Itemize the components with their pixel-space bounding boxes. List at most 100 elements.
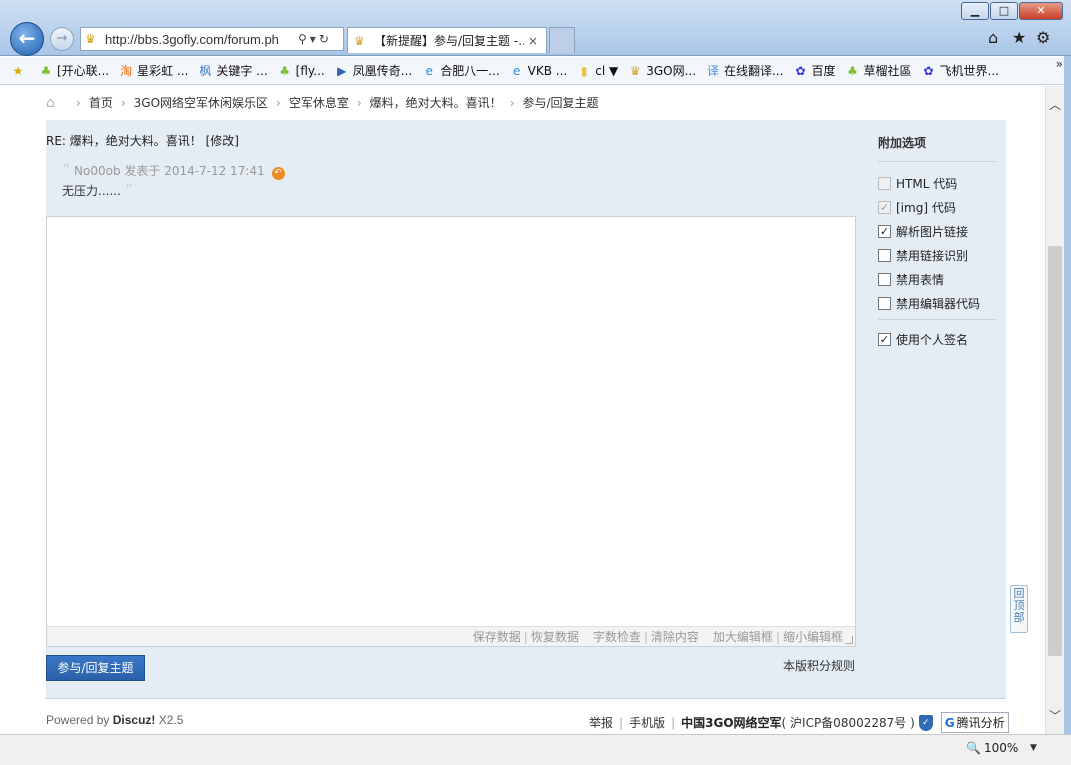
favorite-item[interactable]: ♣ 草榴社區 [845,62,912,79]
breadcrumb-separator: › [76,95,81,110]
checkbox[interactable] [878,297,891,310]
address-input[interactable]: http://bbs.3gofly.com/forum.ph [105,32,295,47]
search-icon[interactable]: ⚲ [298,32,307,46]
taobao-icon: 淘 [120,63,133,78]
favorite-label[interactable]: 草榴社區 [864,62,912,79]
enlarge-editor-button[interactable]: 加大编辑框 [713,630,773,644]
favorite-item[interactable]: ✿ 飞机世界... [921,62,999,79]
option-item[interactable]: ✓ 解析图片链接 [878,223,968,240]
favorite-item[interactable]: e VKB ... [509,62,568,79]
mobile-link[interactable]: 手机版 [629,714,665,731]
checkbox[interactable] [878,273,891,286]
breadcrumb-item-forum-zone[interactable]: 3GO网络空军休闲娱乐区 [134,94,268,111]
word-count-button[interactable]: 字数检查 [593,630,641,644]
rules-link[interactable]: 本版积分规则 [783,657,855,674]
baidu-icon: ✿ [795,63,806,78]
favorite-label[interactable]: 合肥八一... [440,62,499,79]
tencent-analytics-badge[interactable]: G 腾讯分析 [940,712,1009,733]
forward-button[interactable]: → [50,27,74,51]
resize-handle[interactable] [845,636,853,644]
zoom-level[interactable]: 100% [984,741,1018,755]
favorite-label[interactable]: [fly... [296,64,325,78]
favorite-label[interactable]: 在线翻译... [724,62,783,79]
shrink-editor-button[interactable]: 缩小编辑框 [783,630,843,644]
favorite-item[interactable]: e 合肥八一... [421,62,500,79]
favorite-label[interactable]: 飞机世界... [940,62,999,79]
more-favorites-icon[interactable]: » [1056,57,1063,71]
save-data-button[interactable]: 保存数据 [473,630,521,644]
option-use-signature[interactable]: ✓ 使用个人签名 [878,331,968,348]
chevron-up-icon[interactable]: ︿ [1046,96,1064,113]
breadcrumb-item-home[interactable]: 首页 [89,94,113,111]
dropdown-icon[interactable]: ▾ [310,32,316,46]
option-item[interactable]: 禁用编辑器代码 [878,295,980,312]
favorite-item[interactable]: ▶ 凤凰传奇... [334,62,412,79]
close-button[interactable]: ✕ [1019,2,1063,20]
refresh-icon[interactable]: ↻ [319,32,329,46]
icp-text[interactable]: ( 沪ICP备08002287号 ) [782,714,915,731]
tab-title[interactable]: 【新提醒】参与/回复主题 -... [374,32,524,49]
restore-data-button[interactable]: 恢复数据 [531,630,579,644]
chevron-down-icon[interactable]: ﹀ [1046,707,1064,724]
gear-icon[interactable]: ⚙ [1036,28,1050,47]
favorite-label[interactable]: cl ▼ [595,64,618,78]
favorites-list: ♣ [开心联... 淘星彩虹 ... 枫关键字 ... ♣ [fly... ▶ 凤凰传奇...… [38,62,1008,79]
scrollbar-thumb[interactable] [1048,246,1062,656]
checkbox[interactable]: ✓ [878,225,891,238]
breadcrumb-item-lounge[interactable]: 空军休息室 [289,94,349,111]
favorite-item[interactable]: ♣ [fly... [277,62,325,79]
chevron-down-icon[interactable]: ▼ [1030,743,1037,753]
favorite-label[interactable]: 百度 [812,62,836,79]
tab-active[interactable]: ♛ 【新提醒】参与/回复主题 -... × [347,27,547,53]
message-editor[interactable]: 保存数据 | 恢复数据 字数检查 | 清除内容 加大编辑框 | 缩小编辑框 [46,216,856,647]
option-label: 使用个人签名 [896,333,969,347]
favorite-label[interactable]: 星彩虹 ... [137,62,188,79]
submit-reply-button[interactable]: 参与/回复主题 [46,655,145,681]
home-icon[interactable]: ⌂ [46,96,62,110]
favorite-item[interactable]: ♛ 3GO网... [627,62,696,79]
tab-close-icon[interactable]: × [528,34,538,48]
ie-page-icon: e [512,63,521,78]
address-bar[interactable]: ♛ http://bbs.3gofly.com/forum.ph ⚲ ▾ ↻ [80,27,344,51]
favorite-item[interactable]: 译在线翻译... [705,62,783,79]
option-item[interactable]: 禁用表情 [878,271,944,288]
clear-content-button[interactable]: 清除内容 [651,630,699,644]
jump-to-post-icon[interactable]: ↶ [271,167,285,180]
back-to-top-button[interactable]: 回顶部 [1010,585,1028,633]
favorite-item[interactable]: ♣ [开心联... [38,62,110,79]
favorites-star-icon[interactable]: ★ [1012,28,1026,47]
powered-by: Powered by Discuz! X2.5 [46,713,183,727]
window-border [1064,56,1071,765]
powered-version: X2.5 [158,713,184,727]
favorite-label[interactable]: 3GO网... [646,62,696,79]
favorite-label[interactable]: VKB ... [528,64,568,78]
favorite-item[interactable]: ✿ 百度 [793,62,836,79]
breadcrumb-item-thread[interactable]: 爆料，绝对大料。喜讯！ [370,94,502,111]
back-button[interactable]: ← [10,22,44,56]
window-controls: ▁ □ ✕ [960,2,1063,20]
shield-icon[interactable]: ✓ [918,714,933,731]
favorite-label[interactable]: 凤凰传奇... [353,62,412,79]
vertical-scrollbar[interactable]: ︿ ﹀ [1045,86,1064,734]
zoom-control[interactable]: 🔍 100% [966,741,1018,755]
quote-body: 无压力...... ” [62,180,133,199]
site-name-link[interactable]: 中国3GO网络空军 [681,714,781,731]
powered-brand[interactable]: Discuz! [113,713,156,727]
breadcrumb-separator: › [356,95,362,110]
add-favorite-icon[interactable]: ★ [10,63,26,79]
minimize-button[interactable]: ▁ [961,2,989,20]
favorite-item[interactable]: 枫关键字 ... [197,62,267,79]
open-quote-icon: “ [62,160,71,179]
home-icon[interactable]: ⌂ [988,28,998,47]
checkbox[interactable] [878,249,891,262]
new-tab-button[interactable] [549,27,575,53]
favorite-label[interactable]: 关键字 ... [216,62,267,79]
report-link[interactable]: 举报 [589,714,613,731]
favorite-label[interactable]: [开心联... [57,62,109,79]
favorite-item[interactable]: 淘星彩虹 ... [118,62,188,79]
favorites-star-add[interactable]: ★ [10,63,29,79]
checkbox[interactable]: ✓ [878,333,891,346]
option-item[interactable]: 禁用链接识别 [878,247,968,264]
maximize-button[interactable]: □ [990,2,1018,20]
favorite-item[interactable]: ▮ cl ▼ [576,62,618,79]
